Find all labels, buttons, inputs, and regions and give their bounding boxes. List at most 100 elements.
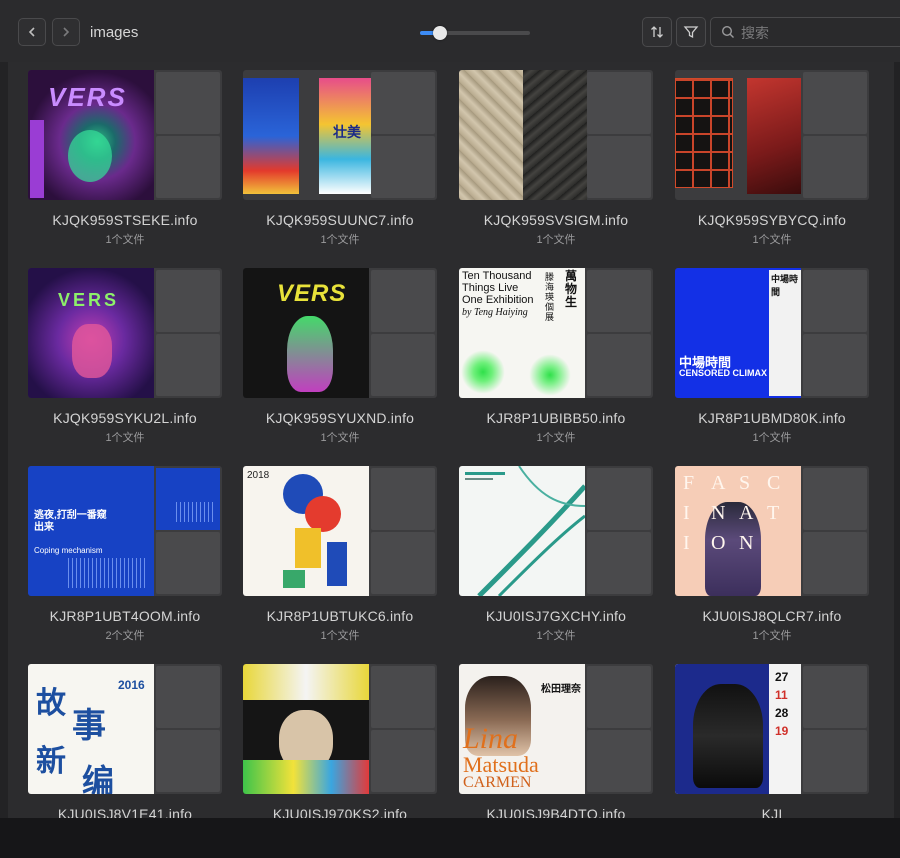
poster-number: 27 bbox=[775, 670, 789, 684]
scrollbar[interactable] bbox=[894, 62, 900, 818]
poster-image: 中場時間 中場時間 CENSORED CLIMAX bbox=[675, 268, 801, 398]
poster-image bbox=[459, 466, 585, 596]
grid-item[interactable]: 中場時間 中場時間 CENSORED CLIMAX KJR8P1UBMD80K.… bbox=[675, 268, 869, 445]
folder-thumbnail[interactable] bbox=[459, 70, 653, 200]
empty-slot bbox=[587, 468, 651, 530]
folder-thumbnail[interactable]: FASCINATION bbox=[675, 466, 869, 596]
item-name: KJQK959SYBYCQ.info bbox=[697, 212, 847, 228]
poster-image bbox=[243, 664, 369, 794]
poster-image: 27 11 28 19 bbox=[675, 664, 801, 794]
empty-slot bbox=[371, 730, 435, 792]
grid-item[interactable]: VERS KJQK959SYKU2L.info 1个文件 bbox=[28, 268, 222, 445]
grid-item[interactable]: 壮美 KJQK959SUUNC7.info 1个文件 bbox=[243, 70, 437, 247]
folder-thumbnail[interactable]: VERS bbox=[28, 70, 222, 200]
poster-line: CENSORED CLIMAX bbox=[679, 368, 768, 378]
poster-image: Ten Thousand Things Live One Exhibition … bbox=[459, 268, 585, 398]
poster-line: Ten Thousand bbox=[462, 270, 532, 282]
item-name: KJR8P1UBT4OOM.info bbox=[49, 608, 201, 624]
grid-item[interactable]: KJU0ISJ7GXCHY.info 1个文件 bbox=[459, 466, 653, 643]
poster-line: 2016 bbox=[118, 678, 145, 692]
empty-slot bbox=[156, 666, 220, 728]
item-name: KJQK959SUUNC7.info bbox=[266, 212, 414, 228]
poster-line: 2018 bbox=[247, 470, 270, 481]
folder-thumbnail[interactable]: 2018 bbox=[243, 466, 437, 596]
empty-slot bbox=[587, 334, 651, 396]
search-input[interactable] bbox=[739, 22, 900, 44]
grid-item[interactable]: VERS KJQK959STSEKE.info 1个文件 bbox=[28, 70, 222, 247]
folder-thumbnail[interactable]: VERS bbox=[28, 268, 222, 398]
item-count: 1个文件 bbox=[536, 432, 576, 444]
grid-item[interactable]: 27 11 28 19 KJI bbox=[675, 664, 869, 818]
poster-letter: A bbox=[739, 502, 755, 524]
poster-art: 故 bbox=[36, 687, 66, 720]
item-count: 1个文件 bbox=[105, 234, 145, 246]
poster-letter: C bbox=[767, 472, 782, 494]
sort-button[interactable] bbox=[642, 17, 672, 47]
poster-line: Lina bbox=[463, 722, 519, 755]
poster-art: VERS bbox=[58, 290, 120, 310]
folder-thumbnail[interactable]: 故 事 新 编 2016 bbox=[28, 664, 222, 794]
item-count: 1个文件 bbox=[105, 432, 145, 444]
poster-letter: N bbox=[711, 502, 727, 524]
item-name: KJQK959SVSIGM.info bbox=[483, 212, 629, 228]
folder-thumbnail[interactable] bbox=[675, 70, 869, 200]
empty-slot bbox=[803, 730, 867, 792]
thumbnail-size-slider[interactable] bbox=[420, 26, 530, 40]
grid-item[interactable]: 松田理奈 Lina Matsuda CARMEN KJU0ISJ9B4DTQ.i… bbox=[459, 664, 653, 818]
poster-art: VERS bbox=[277, 280, 347, 307]
grid-item[interactable]: VERS KJQK959SYUXND.info 1个文件 bbox=[243, 268, 437, 445]
grid-item[interactable]: FASCINATION KJU0ISJ8QLCR7.info 1个文件 bbox=[675, 466, 869, 643]
funnel-icon bbox=[683, 26, 699, 39]
poster-image bbox=[675, 78, 733, 188]
back-button[interactable] bbox=[18, 18, 46, 46]
folder-thumbnail[interactable]: VERS bbox=[243, 268, 437, 398]
poster-art bbox=[30, 120, 44, 198]
folder-thumbnail[interactable]: 松田理奈 Lina Matsuda CARMEN bbox=[459, 664, 653, 794]
slider-thumb[interactable] bbox=[432, 26, 447, 40]
item-name: KJR8P1UBTUKC6.info bbox=[266, 608, 414, 624]
grid-item[interactable]: Ten Thousand Things Live One Exhibition … bbox=[459, 268, 653, 445]
empty-slot bbox=[371, 270, 435, 332]
empty-slot bbox=[803, 532, 867, 594]
item-count: 1个文件 bbox=[320, 432, 360, 444]
poster-line: 松田理奈 bbox=[541, 684, 581, 695]
poster-art bbox=[283, 570, 305, 588]
empty-slot bbox=[371, 72, 435, 134]
folder-thumbnail[interactable]: Ten Thousand Things Live One Exhibition … bbox=[459, 268, 653, 398]
grid-item[interactable]: 故 事 新 编 2016 KJU0ISJ8V1E41.info bbox=[28, 664, 222, 818]
grid-item[interactable]: 逃夜,打刮一番窥出来 Coping mechanism KJR8P1UBT4OO… bbox=[28, 466, 222, 643]
filter-button[interactable] bbox=[676, 17, 706, 47]
empty-slot bbox=[371, 666, 435, 728]
poster-art: 壮美 bbox=[333, 124, 361, 140]
folder-thumbnail[interactable]: 壮美 bbox=[243, 70, 437, 200]
grid-item[interactable]: 2018 KJR8P1UBTUKC6.info 1个文件 bbox=[243, 466, 437, 643]
grid-item[interactable]: KJQK959SVSIGM.info 1个文件 bbox=[459, 70, 653, 247]
grid-item[interactable]: KJU0ISJ970KS2.info bbox=[243, 664, 437, 818]
poster-image: VERS bbox=[243, 268, 369, 398]
item-name: KJQK959SYKU2L.info bbox=[53, 410, 197, 426]
folder-thumbnail[interactable]: 27 11 28 19 bbox=[675, 664, 869, 794]
folder-thumbnail[interactable]: 中場時間 中場時間 CENSORED CLIMAX bbox=[675, 268, 869, 398]
empty-slot bbox=[371, 136, 435, 198]
folder-title: images bbox=[90, 24, 139, 41]
item-count: 1个文件 bbox=[752, 432, 792, 444]
folder-thumbnail[interactable] bbox=[243, 664, 437, 794]
poster-art: VERS bbox=[48, 82, 127, 112]
poster-art bbox=[305, 496, 341, 532]
empty-slot bbox=[803, 666, 867, 728]
item-count: 1个文件 bbox=[320, 234, 360, 246]
grid-item[interactable]: KJQK959SYBYCQ.info 1个文件 bbox=[675, 70, 869, 247]
item-name: KJU0ISJ970KS2.info bbox=[272, 806, 408, 818]
poster-number: 19 bbox=[775, 724, 789, 738]
poster-letter: A bbox=[711, 472, 727, 494]
empty-slot bbox=[587, 270, 651, 332]
item-name: KJU0ISJ9B4DTQ.info bbox=[486, 806, 626, 818]
search-box[interactable] bbox=[710, 17, 900, 47]
folder-thumbnail[interactable] bbox=[459, 466, 653, 596]
empty-slot bbox=[587, 730, 651, 792]
empty-slot bbox=[156, 532, 220, 594]
forward-button[interactable] bbox=[52, 18, 80, 46]
folder-thumbnail[interactable]: 逃夜,打刮一番窥出来 Coping mechanism bbox=[28, 466, 222, 596]
empty-slot bbox=[371, 532, 435, 594]
item-name: KJQK959STSEKE.info bbox=[52, 212, 198, 228]
